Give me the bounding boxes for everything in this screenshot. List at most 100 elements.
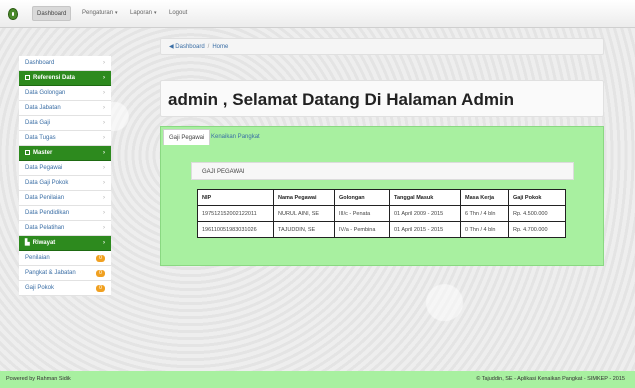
column-header: Gaji Pokok (508, 189, 566, 206)
top-navbar: Dashboard Pengaturan ▾ Laporan ▾ Logout (0, 0, 635, 28)
chevron-down-icon: ▾ (115, 10, 118, 16)
breadcrumb-separator: / (207, 44, 210, 50)
sidebar-item-label: Penilaian (25, 255, 50, 261)
sidebar-item-label: Data Pelatihan (25, 225, 65, 231)
sidebar-item-gaji-pokok[interactable]: Gaji Pokok 0 (19, 281, 111, 296)
table-cell: Rp. 4.500.000 (508, 205, 566, 222)
sidebar-item-label: Data Tugas (25, 135, 56, 141)
count-badge: 0 (96, 255, 105, 262)
back-chevron-icon: ◀ (169, 44, 174, 50)
sidebar-item-data-gaji[interactable]: Data Gaji › (19, 116, 111, 131)
nav-logout-label: Logout (169, 10, 188, 16)
chevron-right-icon: › (103, 225, 105, 231)
nav-laporan[interactable]: Laporan ▾ (126, 6, 161, 21)
tab-kenaikan-pangkat[interactable]: Kenaikan Pangkat (206, 129, 265, 145)
brand-logo-icon[interactable] (8, 8, 18, 20)
sidebar-item-data-gaji-pokok[interactable]: Data Gaji Pokok › (19, 176, 111, 191)
table-cell: 196110051983031026 (197, 221, 274, 238)
chevron-right-icon: › (103, 210, 105, 216)
table-header-row: NIP Nama Pegawai Golongan Tanggal Masuk … (197, 189, 566, 206)
chevron-right-icon: › (103, 135, 105, 141)
breadcrumb-home[interactable]: Home (212, 44, 228, 50)
sidebar-item-data-jabatan[interactable]: Data Jabatan › (19, 101, 111, 116)
sidebar-item-data-pelatihan[interactable]: Data Pelatihan › (19, 221, 111, 236)
count-badge: 0 (96, 270, 105, 277)
grid-icon (25, 150, 30, 155)
table-cell: 6 Thn / 4 bln (460, 205, 509, 222)
chevron-down-icon: ▾ (154, 10, 157, 16)
sidebar-item-label: Data Gaji Pokok (25, 180, 69, 186)
column-header: Masa Kerja (460, 189, 509, 206)
table-cell: 197512152002122011 (197, 205, 274, 222)
nav-pengaturan-label: Pengaturan (82, 10, 114, 16)
sidebar-item-data-pegawai[interactable]: Data Pegawai › (19, 161, 111, 176)
table-cell: III/c - Penata (334, 205, 390, 222)
grid-icon (25, 75, 30, 80)
count-badge: 0 (96, 285, 105, 292)
sidebar-item-penilaian[interactable]: Penilaian 0 (19, 251, 111, 266)
chevron-right-icon: › (103, 60, 105, 66)
sidebar-item-label: Data Penilaian (25, 195, 65, 201)
chevron-right-icon: › (103, 75, 105, 81)
breadcrumb: ◀ Dashboard / Home (160, 38, 604, 55)
table-cell: 01 April 2009 - 2015 (389, 205, 461, 222)
table-row: 196110051983031026 TAJUDDIN, SE IV/a - P… (197, 221, 566, 238)
chevron-right-icon: › (103, 180, 105, 186)
sidebar-item-data-golongan[interactable]: Data Golongan › (19, 86, 111, 101)
sidebar-item-label: Data Pegawai (25, 165, 63, 171)
table-cell: 0 Thn / 4 bln (460, 221, 509, 238)
sidebar-item-label: Data Jabatan (25, 105, 61, 111)
sidebar-item-label: Dashboard (25, 60, 55, 66)
table-cell: NURUL AINI, SE (273, 205, 335, 222)
sidebar-item-dashboard[interactable]: Dashboard › (19, 56, 111, 71)
footer-copyright: © Tajuddin, SE - Aplikasi Kenaikan Pangk… (476, 376, 625, 382)
table-cell: TAJUDDIN, SE (273, 221, 335, 238)
sidebar-section-riwayat[interactable]: ▙ Riwayat › (19, 236, 111, 251)
nav-dashboard[interactable]: Dashboard (32, 6, 72, 21)
salary-panel: GAJI PEGAWAI (191, 162, 574, 180)
sidebar-item-label: Data Golongan (25, 90, 66, 96)
sidebar-item-label: Riwayat (32, 240, 56, 246)
sidebar-item-label: Gaji Pokok (25, 285, 55, 291)
sidebar-item-label: Data Gaji (25, 120, 51, 126)
bookmark-icon: ▙ (25, 240, 30, 246)
sidebar-item-data-penilaian[interactable]: Data Penilaian › (19, 191, 111, 206)
tab-gaji-pegawai[interactable]: Gaji Pegawai (163, 129, 211, 145)
sidebar-item-pangkat-jabatan[interactable]: Pangkat & Jabatan 0 (19, 266, 111, 281)
chevron-right-icon: › (103, 195, 105, 201)
panel-title: GAJI PEGAWAI (191, 162, 574, 180)
welcome-banner: admin , Selamat Datang Di Halaman Admin (160, 80, 604, 117)
nav-pengaturan[interactable]: Pengaturan ▾ (78, 6, 122, 21)
footer-credit: Powered by Rahman Sidik (6, 376, 71, 382)
footer: Powered by Rahman Sidik © Tajuddin, SE -… (0, 371, 635, 388)
nav-logout[interactable]: Logout (165, 6, 191, 21)
salary-table: NIP Nama Pegawai Golongan Tanggal Masuk … (197, 189, 566, 238)
chevron-right-icon: › (103, 150, 105, 156)
column-header: Tanggal Masuk (389, 189, 461, 206)
column-header: NIP (197, 189, 274, 206)
sidebar-item-label: Pangkat & Jabatan (25, 270, 76, 276)
table-row: 197512152002122011 NURUL AINI, SE III/c … (197, 205, 566, 222)
sidebar-item-label: Data Pendidikan (25, 210, 70, 216)
column-header: Golongan (334, 189, 390, 206)
sidebar-item-data-tugas[interactable]: Data Tugas › (19, 131, 111, 146)
table-cell: IV/a - Pembina (334, 221, 390, 238)
sidebar-item-data-pendidikan[interactable]: Data Pendidikan › (19, 206, 111, 221)
chevron-right-icon: › (103, 240, 105, 246)
sidebar-item-label: Master (33, 150, 53, 156)
table-cell: 01 April 2015 - 2015 (389, 221, 461, 238)
tab-panel: Gaji Pegawai Kenaikan Pangkat GAJI PEGAW… (160, 126, 604, 266)
page-title: admin , Selamat Datang Di Halaman Admin (168, 90, 515, 109)
breadcrumb-dashboard[interactable]: Dashboard (175, 44, 204, 50)
chevron-right-icon: › (103, 120, 105, 126)
chevron-right-icon: › (103, 165, 105, 171)
sidebar-section-referensi-data[interactable]: Referensi Data › (19, 71, 111, 86)
nav-laporan-label: Laporan (130, 10, 153, 16)
column-header: Nama Pegawai (273, 189, 335, 206)
sidebar-section-master[interactable]: Master › (19, 146, 111, 161)
table-cell: Rp. 4.700.000 (508, 221, 566, 238)
chevron-right-icon: › (103, 90, 105, 96)
sidebar: Dashboard › Referensi Data › Data Golong… (19, 56, 111, 296)
sidebar-item-label: Referensi Data (33, 75, 76, 81)
nav-dashboard-label: Dashboard (37, 11, 67, 17)
